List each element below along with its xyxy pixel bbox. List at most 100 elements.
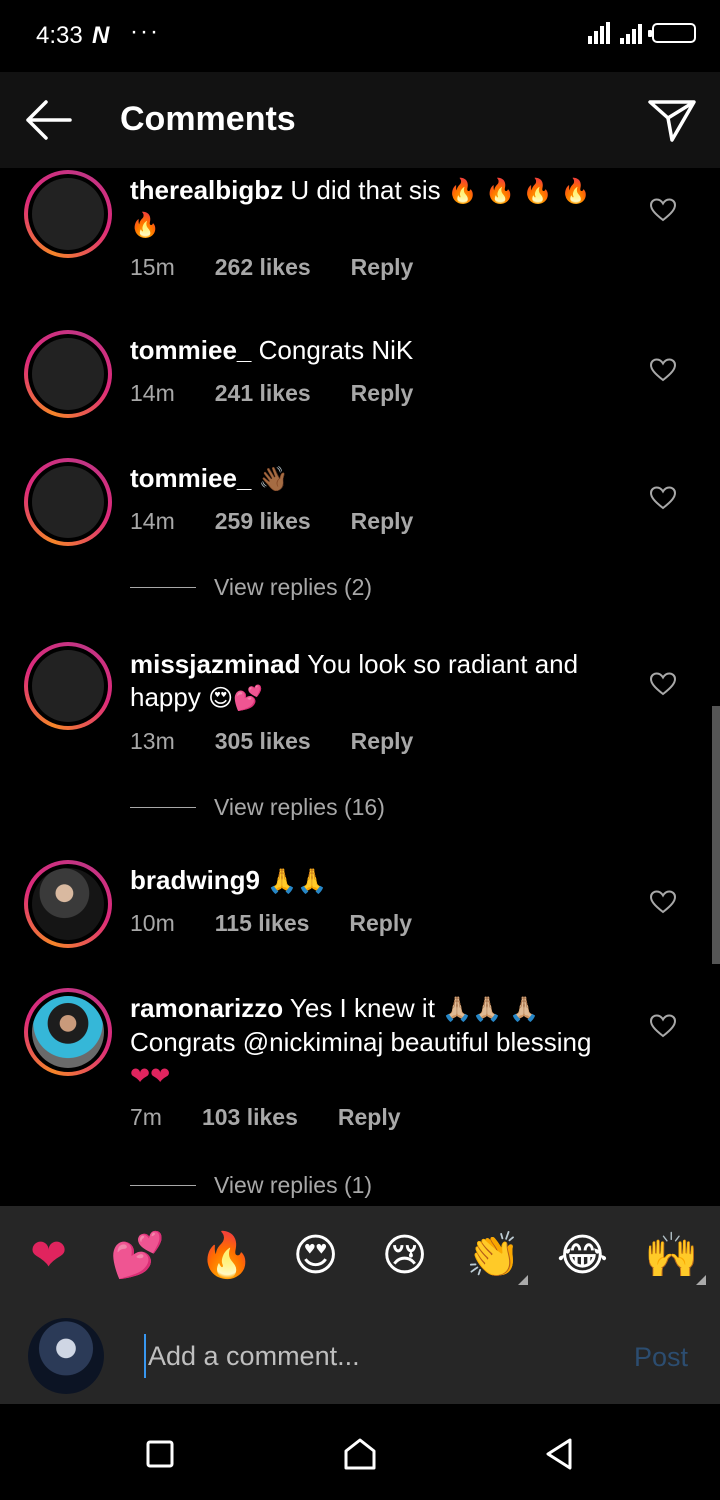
comment-time: 13m	[130, 728, 175, 754]
recents-icon[interactable]	[140, 1434, 180, 1474]
view-replies-label: View replies (1)	[214, 1172, 373, 1198]
reply-button[interactable]: Reply	[351, 728, 414, 755]
comment-composer: Post	[0, 1304, 720, 1404]
like-heart-icon[interactable]	[650, 672, 676, 696]
comment-likes[interactable]: 262 likes	[215, 254, 311, 281]
comment-meta: 13m 305 likes Reply	[130, 728, 413, 755]
post-button[interactable]: Post	[634, 1342, 688, 1373]
view-replies-button[interactable]: View replies (16)	[130, 794, 385, 821]
clapping-emoji-button[interactable]: 👏	[454, 1215, 534, 1295]
view-replies-label: View replies (16)	[214, 794, 385, 820]
avatar	[28, 1318, 104, 1394]
comment-text: therealbigbz U did that sis 🔥 🔥 🔥 🔥 🔥	[130, 174, 610, 242]
view-replies-button[interactable]: View replies (2)	[130, 574, 372, 601]
status-icons	[588, 22, 696, 44]
comment-time: 14m	[130, 508, 175, 534]
like-heart-icon[interactable]	[650, 358, 676, 382]
signal-icon	[588, 22, 610, 44]
view-replies-button[interactable]: View replies (1)	[130, 1172, 372, 1199]
comment-text: missjazminad You look so radiant and hap…	[130, 648, 610, 715]
status-bar: 4:33 N ···	[0, 0, 720, 72]
like-heart-icon[interactable]	[650, 486, 676, 510]
like-heart-icon[interactable]	[650, 1014, 676, 1038]
signal-icon-2	[620, 22, 642, 44]
comment-username[interactable]: tommiee_	[130, 335, 251, 365]
comment-emojis: 👋🏾	[258, 465, 289, 493]
laughing-emoji-button[interactable]: 😂	[543, 1215, 623, 1295]
header: Comments	[0, 72, 720, 168]
comment-emojis: 😍💕	[208, 684, 263, 712]
comment-meta: 14m 259 likes Reply	[130, 508, 413, 535]
avatar[interactable]	[24, 860, 112, 948]
more-notifications-icon: ···	[130, 18, 160, 45]
notification-icon: N	[92, 22, 110, 49]
send-icon	[648, 100, 696, 142]
scrollbar[interactable]	[712, 706, 720, 964]
comment-body: U did that sis	[290, 175, 441, 205]
comment-likes[interactable]: 241 likes	[215, 380, 311, 407]
navigation-bar	[0, 1404, 720, 1500]
comment-emojis-a: 🙏🏼🙏🏼	[442, 995, 502, 1023]
avatar[interactable]	[24, 988, 112, 1076]
comment-meta: 14m 241 likes Reply	[130, 380, 413, 407]
avatar[interactable]	[24, 642, 112, 730]
comment-time: 14m	[130, 380, 175, 406]
comment-likes[interactable]: 259 likes	[215, 508, 311, 535]
page-title: Comments	[120, 100, 296, 138]
divider	[130, 587, 196, 588]
comment-emojis: 🙏🙏	[267, 867, 328, 895]
avatar[interactable]	[24, 458, 112, 546]
reply-button[interactable]: Reply	[349, 910, 412, 937]
comment-text: bradwing9 🙏🙏	[130, 864, 610, 898]
comment-time: 15m	[130, 254, 175, 280]
like-heart-icon[interactable]	[650, 198, 676, 222]
reply-button[interactable]: Reply	[338, 1104, 401, 1131]
comment-input[interactable]	[144, 1334, 604, 1378]
comment-emojis-b: 🙏🏼	[509, 995, 540, 1023]
battery-icon	[648, 23, 696, 43]
comment-likes[interactable]: 305 likes	[215, 728, 311, 755]
comment-body-a: Yes I knew it	[289, 993, 435, 1023]
comment-meta: 15m 262 likes Reply	[130, 254, 413, 281]
comment-emojis-c: ❤❤	[130, 1062, 171, 1090]
comment-body: Congrats NiK	[258, 335, 414, 365]
avatar[interactable]	[24, 170, 112, 258]
arrow-left-icon	[26, 100, 72, 140]
share-button[interactable]	[644, 94, 700, 146]
comment-username[interactable]: tommiee_	[130, 463, 251, 493]
comment-time: 7m	[130, 1104, 162, 1130]
comment-username[interactable]: missjazminad	[130, 649, 301, 679]
comment-username[interactable]: therealbigbz	[130, 175, 283, 205]
home-icon[interactable]	[340, 1434, 380, 1474]
comment-text: ramonarizzo Yes I knew it 🙏🏼🙏🏼 🙏🏼 Congra…	[130, 992, 610, 1093]
emoji-reaction-bar: ❤ 💕 🔥 😍 😢 👏 😂 🙌	[0, 1206, 720, 1304]
view-replies-label: View replies (2)	[214, 574, 373, 600]
comment-time: 10m	[130, 910, 175, 936]
crying-emoji-button[interactable]: 😢	[365, 1215, 445, 1295]
divider	[130, 807, 196, 808]
comment-likes[interactable]: 115 likes	[215, 910, 310, 937]
comment-username[interactable]: ramonarizzo	[130, 993, 283, 1023]
comment-text: tommiee_ Congrats NiK	[130, 334, 610, 367]
comment-body-b: Congrats @nickiminaj beautiful blessing	[130, 1027, 592, 1057]
comment-username[interactable]: bradwing9	[130, 865, 260, 895]
comment-likes[interactable]: 103 likes	[202, 1104, 298, 1131]
divider	[130, 1185, 196, 1186]
comments-list[interactable]: therealbigbz U did that sis 🔥 🔥 🔥 🔥 🔥 15…	[0, 168, 720, 1206]
back-nav-icon[interactable]	[540, 1434, 580, 1474]
two-hearts-emoji-button[interactable]: 💕	[98, 1215, 178, 1295]
fire-emoji-button[interactable]: 🔥	[187, 1215, 267, 1295]
heart-emoji-button[interactable]: ❤	[9, 1215, 89, 1295]
comment-text: tommiee_ 👋🏾	[130, 462, 610, 496]
status-time: 4:33	[36, 22, 83, 49]
like-heart-icon[interactable]	[650, 890, 676, 914]
raised-hands-emoji-button[interactable]: 🙌	[632, 1215, 712, 1295]
avatar[interactable]	[24, 330, 112, 418]
comment-meta: 10m 115 likes Reply	[130, 910, 412, 937]
reply-button[interactable]: Reply	[351, 380, 414, 407]
back-button[interactable]	[20, 94, 76, 146]
reply-button[interactable]: Reply	[351, 508, 414, 535]
heart-eyes-emoji-button[interactable]: 😍	[276, 1215, 356, 1295]
comment-meta: 7m 103 likes Reply	[130, 1104, 401, 1131]
reply-button[interactable]: Reply	[351, 254, 414, 281]
